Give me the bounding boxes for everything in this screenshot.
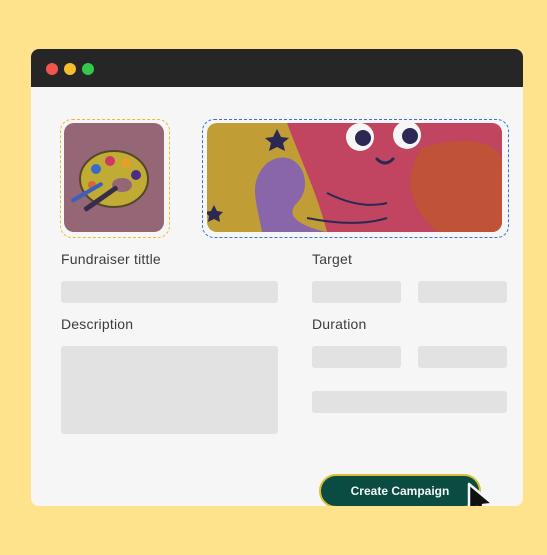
- thumbnail-upload[interactable]: [60, 119, 170, 238]
- browser-window: Fundraiser tittle Target Description Dur…: [31, 49, 523, 506]
- description-label: Description: [61, 316, 134, 332]
- banner-illustration: [207, 123, 502, 232]
- title-bar: [31, 49, 523, 87]
- target-input-2[interactable]: [418, 281, 507, 303]
- target-input-1[interactable]: [312, 281, 401, 303]
- close-dot[interactable]: [46, 63, 58, 75]
- maximize-dot[interactable]: [82, 63, 94, 75]
- banner-upload[interactable]: [202, 119, 509, 238]
- description-textarea[interactable]: [61, 346, 278, 434]
- fundraiser-title-label: Fundraiser tittle: [61, 251, 161, 267]
- fundraiser-title-input[interactable]: [61, 281, 278, 303]
- campaign-form: Fundraiser tittle Target Description Dur…: [31, 87, 523, 506]
- extra-input[interactable]: [312, 391, 507, 413]
- create-campaign-button[interactable]: Create Campaign: [319, 474, 481, 506]
- target-label: Target: [312, 251, 353, 267]
- paint-palette-icon: [64, 123, 164, 232]
- duration-label: Duration: [312, 316, 367, 332]
- duration-input-2[interactable]: [418, 346, 507, 368]
- duration-input-1[interactable]: [312, 346, 401, 368]
- cursor-icon: [467, 482, 495, 506]
- minimize-dot[interactable]: [64, 63, 76, 75]
